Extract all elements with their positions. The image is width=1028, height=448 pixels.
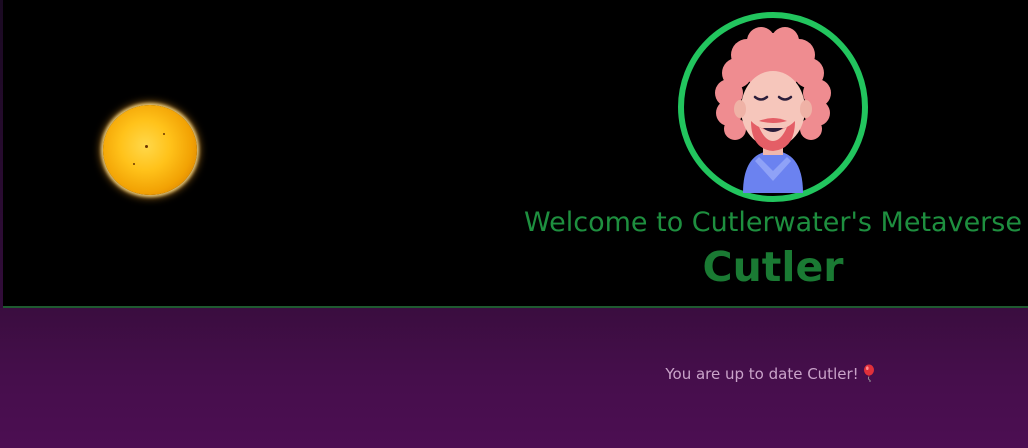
sun-icon (103, 105, 197, 195)
balloon-icon (863, 364, 874, 382)
user-name-heading: Cutler (702, 243, 844, 291)
status-message: You are up to date Cutler! (620, 363, 920, 385)
header-section: Welcome to Cutlerwater's Metaverse Cutle… (3, 0, 1028, 306)
welcome-title: Welcome to Cutlerwater's Metaverse (524, 207, 1022, 238)
status-text: You are up to date Cutler! (665, 365, 859, 383)
bearded-man-avatar-icon (678, 12, 868, 202)
